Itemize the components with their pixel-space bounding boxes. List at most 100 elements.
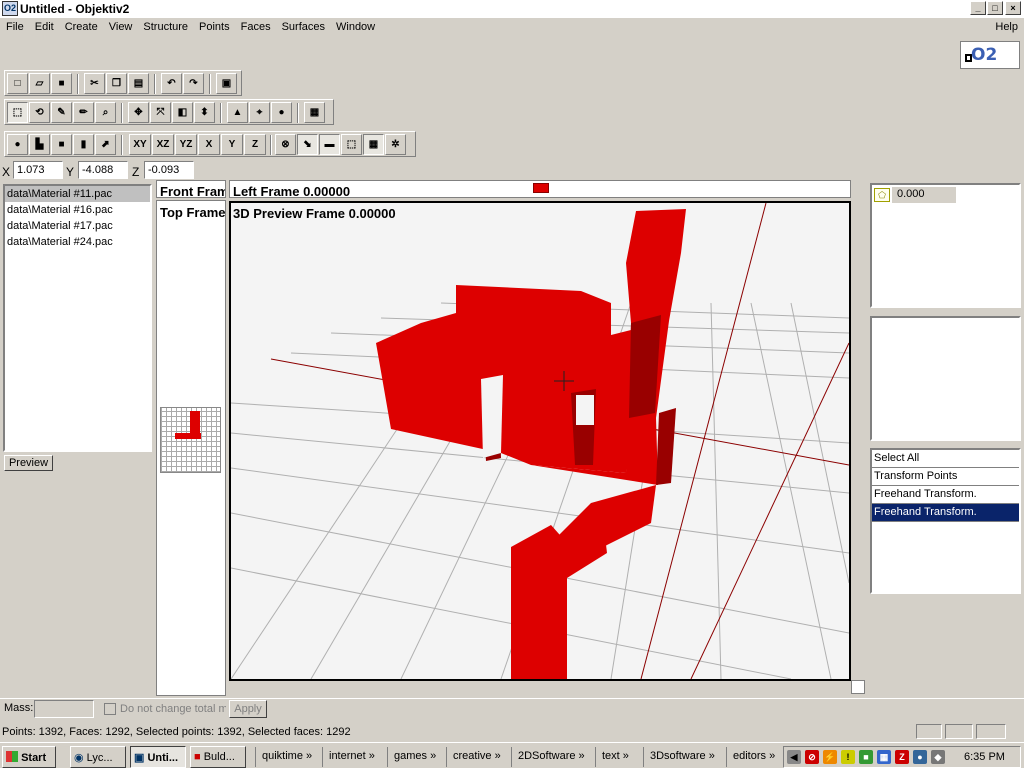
- task-button[interactable]: ■ Buld...: [190, 746, 246, 768]
- front-viewport[interactable]: Front Frame: [156, 180, 226, 199]
- material-item[interactable]: data\Material #17.pac: [5, 218, 150, 234]
- toolbar-editors[interactable]: editors »: [726, 747, 779, 767]
- tray-app-icon[interactable]: ■: [859, 750, 873, 764]
- add-point-icon[interactable]: ●: [7, 134, 28, 155]
- menu-faces[interactable]: Faces: [235, 18, 276, 33]
- toolbar-internet[interactable]: internet »: [322, 747, 379, 767]
- material-item[interactable]: data\Material #24.pac: [5, 234, 150, 250]
- view-x-button[interactable]: X: [198, 134, 220, 155]
- selection-item[interactable]: Freehand Transform.: [872, 504, 1019, 522]
- mirror-icon[interactable]: ◧: [172, 102, 193, 123]
- menu-create[interactable]: Create: [59, 18, 103, 33]
- minimize-button[interactable]: _: [970, 1, 986, 15]
- y-coordinate-input[interactable]: -4.088: [78, 161, 128, 179]
- network-icon[interactable]: ▦: [877, 750, 891, 764]
- wireframe-icon[interactable]: ⬚: [341, 134, 362, 155]
- view-yz-button[interactable]: YZ: [175, 134, 197, 155]
- tray-app-icon[interactable]: ◆: [931, 750, 945, 764]
- window-title: Untitled - Objektiv2: [20, 2, 130, 16]
- preview-button[interactable]: Preview: [4, 455, 53, 471]
- pyramid-icon[interactable]: ▲: [227, 102, 248, 123]
- redo-icon[interactable]: ↷: [183, 73, 204, 94]
- tray-app-icon[interactable]: ⚡: [823, 750, 837, 764]
- apply-button[interactable]: Apply: [229, 700, 267, 718]
- menu-help[interactable]: Help: [995, 21, 1018, 33]
- view-z-button[interactable]: Z: [244, 134, 266, 155]
- menu-surfaces[interactable]: Surfaces: [276, 18, 330, 33]
- move-icon[interactable]: ✥: [128, 102, 149, 123]
- task-button[interactable]: ▣ Unti...: [130, 746, 186, 768]
- toolbar-quiktime[interactable]: quiktime »: [255, 747, 316, 767]
- solid-icon[interactable]: ▬: [319, 134, 340, 155]
- view-y-button[interactable]: Y: [221, 134, 243, 155]
- warning-icon[interactable]: !: [841, 750, 855, 764]
- total-mass-checkbox[interactable]: [104, 703, 116, 715]
- save-icon[interactable]: ■: [51, 73, 72, 94]
- properties-icon[interactable]: ▣: [216, 73, 237, 94]
- box-icon[interactable]: ■: [51, 134, 72, 155]
- mass-input[interactable]: [34, 700, 94, 718]
- toolbar-creative[interactable]: creative »: [446, 747, 505, 767]
- cylinder-icon[interactable]: ▮: [73, 134, 94, 155]
- material-item[interactable]: data\Material #16.pac: [5, 202, 150, 218]
- select-icon[interactable]: ⬚: [7, 102, 28, 123]
- copy-icon[interactable]: ❐: [106, 73, 127, 94]
- cut-icon[interactable]: ✂: [84, 73, 105, 94]
- menu-structure[interactable]: Structure: [137, 18, 193, 33]
- zoom-icon[interactable]: ⌕: [95, 102, 116, 123]
- selection-item[interactable]: Transform Points: [872, 468, 1019, 486]
- menu-view[interactable]: View: [103, 18, 138, 33]
- menu-bar: File Edit Create View Structure Points Faces Su…: [0, 18, 1024, 38]
- clock[interactable]: 6:35 PM: [964, 751, 1005, 763]
- menu-window[interactable]: Window: [330, 18, 380, 33]
- 3d-preview-viewport[interactable]: 3D Preview Frame 0.00000: [229, 201, 851, 681]
- left-viewport[interactable]: Left Frame 0.00000: [229, 180, 851, 198]
- grid-icon[interactable]: ▦: [363, 134, 384, 155]
- extrude-icon[interactable]: ⬈: [95, 134, 116, 155]
- menu-file[interactable]: File: [0, 18, 29, 33]
- new-file-icon[interactable]: □: [7, 73, 28, 94]
- pivot-icon[interactable]: ⌖: [249, 102, 270, 123]
- flip-icon[interactable]: ⬍: [194, 102, 215, 123]
- toolbar-text[interactable]: text »: [595, 747, 633, 767]
- paste-icon[interactable]: ▤: [128, 73, 149, 94]
- 3d-preview-title: 3D Preview Frame 0.00000: [233, 206, 396, 221]
- undo-icon[interactable]: ↶: [161, 73, 182, 94]
- view-xy-button[interactable]: XY: [129, 134, 151, 155]
- add-face-icon[interactable]: ▙: [29, 134, 50, 155]
- view-xz-button[interactable]: XZ: [152, 134, 174, 155]
- material-item[interactable]: data\Material #11.pac: [5, 186, 150, 202]
- lasso-select-icon[interactable]: ⟲: [29, 102, 50, 123]
- render-icon[interactable]: ▦: [304, 102, 325, 123]
- scale-icon[interactable]: ⤧: [150, 102, 171, 123]
- paint-select-icon[interactable]: ✎: [51, 102, 72, 123]
- texture-icon[interactable]: ⬊: [297, 134, 318, 155]
- top-viewport[interactable]: Top Frame: [156, 200, 226, 696]
- pencil-icon[interactable]: ✏: [73, 102, 94, 123]
- volume-icon[interactable]: ◀: [787, 750, 801, 764]
- menu-points[interactable]: Points: [193, 18, 235, 33]
- start-button[interactable]: Start: [2, 746, 56, 768]
- toolbar-3dsoftware[interactable]: 3Dsoftware »: [643, 747, 719, 767]
- snap-icon[interactable]: ✲: [385, 134, 406, 155]
- menu-edit[interactable]: Edit: [29, 18, 59, 33]
- selection-item[interactable]: Freehand Transform.: [872, 486, 1019, 504]
- size-grip[interactable]: [851, 680, 865, 694]
- open-folder-icon[interactable]: ▱: [29, 73, 50, 94]
- z-coordinate-input[interactable]: -0.093: [144, 161, 194, 179]
- maximize-button[interactable]: □: [987, 1, 1003, 15]
- toolbar-2dsoftware[interactable]: 2DSoftware »: [511, 747, 589, 767]
- close-button[interactable]: ×: [1005, 1, 1021, 15]
- horizontal-scrollbar[interactable]: [229, 682, 851, 696]
- lod-item[interactable]: 0.000: [892, 187, 956, 203]
- tray-app-icon[interactable]: ●: [913, 750, 927, 764]
- no-texture-icon[interactable]: ⊗: [275, 134, 296, 155]
- color-icon[interactable]: ●: [271, 102, 292, 123]
- x-coordinate-input[interactable]: 1.073: [13, 161, 63, 179]
- selection-item[interactable]: Select All: [872, 450, 1019, 468]
- tray-app-icon[interactable]: ⊘: [805, 750, 819, 764]
- toolbar-games[interactable]: games »: [387, 747, 440, 767]
- app-icon[interactable]: O2: [2, 1, 18, 16]
- zonealarm-icon[interactable]: Z: [895, 750, 909, 764]
- task-button[interactable]: ◉ Lyc...: [70, 746, 126, 768]
